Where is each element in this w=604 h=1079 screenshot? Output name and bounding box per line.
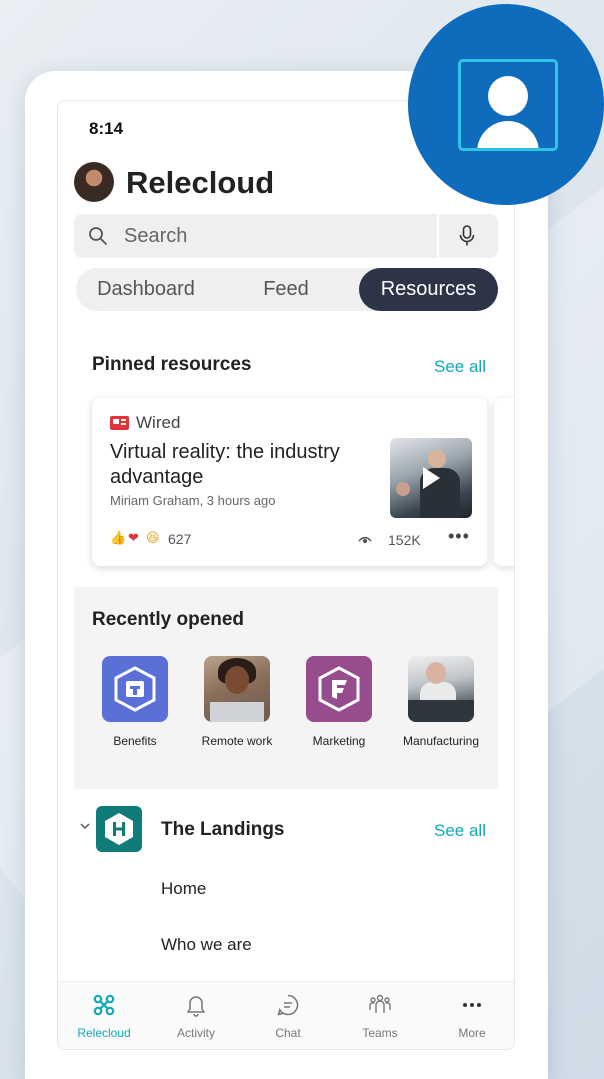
photo-face: [426, 662, 446, 684]
landings-link-who-we-are[interactable]: Who we are: [161, 935, 252, 955]
bottom-navigation: Relecloud Activity Chat Teams More: [58, 981, 514, 1049]
pinned-see-all-link[interactable]: See all: [434, 357, 486, 377]
chevron-down-icon[interactable]: [80, 821, 90, 831]
thumbs-up-icon: 👍: [110, 530, 127, 545]
contact-card-icon: [458, 59, 558, 151]
bell-icon: [187, 996, 205, 1017]
search-divider: [437, 214, 439, 258]
person-body: [477, 121, 539, 148]
photo-machine: [408, 700, 474, 722]
tab-feed[interactable]: Feed: [216, 268, 356, 311]
nav-chat[interactable]: Chat: [242, 982, 334, 1049]
recent-item-label: Remote work: [201, 734, 273, 748]
recent-item-remote-work[interactable]: [204, 656, 270, 722]
more-icon: [463, 1003, 481, 1007]
play-icon: [423, 467, 440, 489]
more-options-icon[interactable]: •••: [448, 526, 470, 547]
heart-icon: ❤: [128, 530, 139, 545]
recently-opened-section: Recently opened Benefits Remote work Mar…: [74, 587, 498, 789]
relecloud-icon: [93, 994, 115, 1016]
recent-item-benefits[interactable]: [102, 656, 168, 722]
reaction-count: 627: [168, 531, 192, 547]
recent-item-label: Marketing: [312, 734, 366, 748]
user-avatar[interactable]: [74, 162, 114, 202]
recent-item-manufacturing[interactable]: [408, 656, 474, 722]
view-count: 152K: [388, 532, 421, 548]
nav-label: Relecloud: [77, 1026, 131, 1040]
teams-icon: [369, 994, 391, 1013]
nav-label: Chat: [275, 1026, 301, 1040]
search-icon: [89, 227, 107, 245]
hexagon-logo-icon: [318, 666, 360, 712]
recent-item-label: Manufacturing: [402, 734, 480, 748]
status-time: 8:14: [89, 119, 124, 138]
recent-item-marketing[interactable]: [306, 656, 372, 722]
card-headline: Virtual reality: the industry advantage: [110, 441, 340, 488]
page-title: Relecloud: [126, 165, 275, 200]
app-screen: 8:14 Relecloud Dashboard Feed Resources …: [57, 100, 515, 1050]
card-byline: Miriam Graham, 3 hours ago: [110, 493, 276, 508]
nav-activity[interactable]: Activity: [150, 982, 242, 1049]
hexagon-logo-icon: [114, 666, 156, 712]
nav-more[interactable]: More: [426, 982, 514, 1049]
views-icon: [358, 536, 372, 544]
search-bar[interactable]: [74, 214, 498, 258]
thumbnail-person-head: [428, 450, 446, 468]
microphone-icon[interactable]: [458, 225, 476, 247]
chat-icon: [277, 994, 299, 1016]
video-thumbnail[interactable]: [390, 438, 472, 518]
thumbnail-background-person: [396, 482, 410, 496]
person-head: [488, 76, 528, 116]
nav-label: Activity: [176, 1026, 215, 1040]
landings-title: The Landings: [161, 819, 285, 840]
tab-dashboard[interactable]: Dashboard: [76, 268, 216, 311]
pinned-resources-title: Pinned resources: [92, 354, 252, 375]
card-source: Wired: [136, 413, 181, 432]
laugh-icon: 😆: [146, 530, 160, 545]
pinned-resource-card[interactable]: Wired Virtual reality: the industry adva…: [92, 398, 487, 566]
nav-label: More: [458, 1026, 486, 1040]
nav-relecloud[interactable]: Relecloud: [58, 982, 150, 1049]
tab-resources[interactable]: Resources: [359, 268, 498, 311]
profile-badge[interactable]: [408, 4, 604, 205]
landings-see-all-link[interactable]: See all: [434, 821, 486, 841]
recently-opened-title: Recently opened: [92, 609, 245, 630]
nav-label: Teams: [362, 1026, 398, 1040]
photo-face: [225, 666, 249, 694]
photo-laptop: [210, 702, 264, 722]
news-source-icon: [110, 416, 129, 430]
search-input[interactable]: [124, 214, 444, 258]
recent-item-label: Benefits: [113, 734, 157, 748]
hexagon-logo-icon: [105, 813, 133, 845]
next-card-peek[interactable]: [494, 398, 514, 566]
tab-bar: Dashboard Feed Resources: [76, 268, 498, 311]
nav-teams[interactable]: Teams: [334, 982, 426, 1049]
landings-link-home[interactable]: Home: [161, 879, 206, 899]
landings-logo: [96, 806, 142, 852]
